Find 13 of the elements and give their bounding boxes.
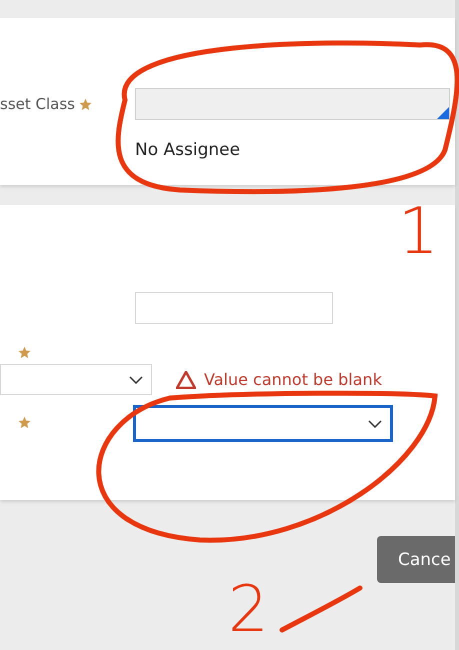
chevron-icon: [368, 420, 382, 428]
field-label: sset Class: [0, 95, 75, 113]
select-field[interactable]: [133, 405, 393, 442]
annotation-number: 2: [228, 578, 269, 642]
text-field[interactable]: [135, 292, 333, 324]
error-message: Value cannot be blank: [176, 370, 382, 389]
cancel-button[interactable]: Cance: [377, 536, 455, 583]
lookup-field[interactable]: [135, 88, 450, 120]
corner-icon: [437, 107, 449, 119]
chevron-icon: [129, 376, 143, 384]
annotation-number: 1: [398, 200, 439, 264]
assignee-value: No Assignee: [135, 140, 242, 160]
warning-icon: [176, 370, 196, 388]
